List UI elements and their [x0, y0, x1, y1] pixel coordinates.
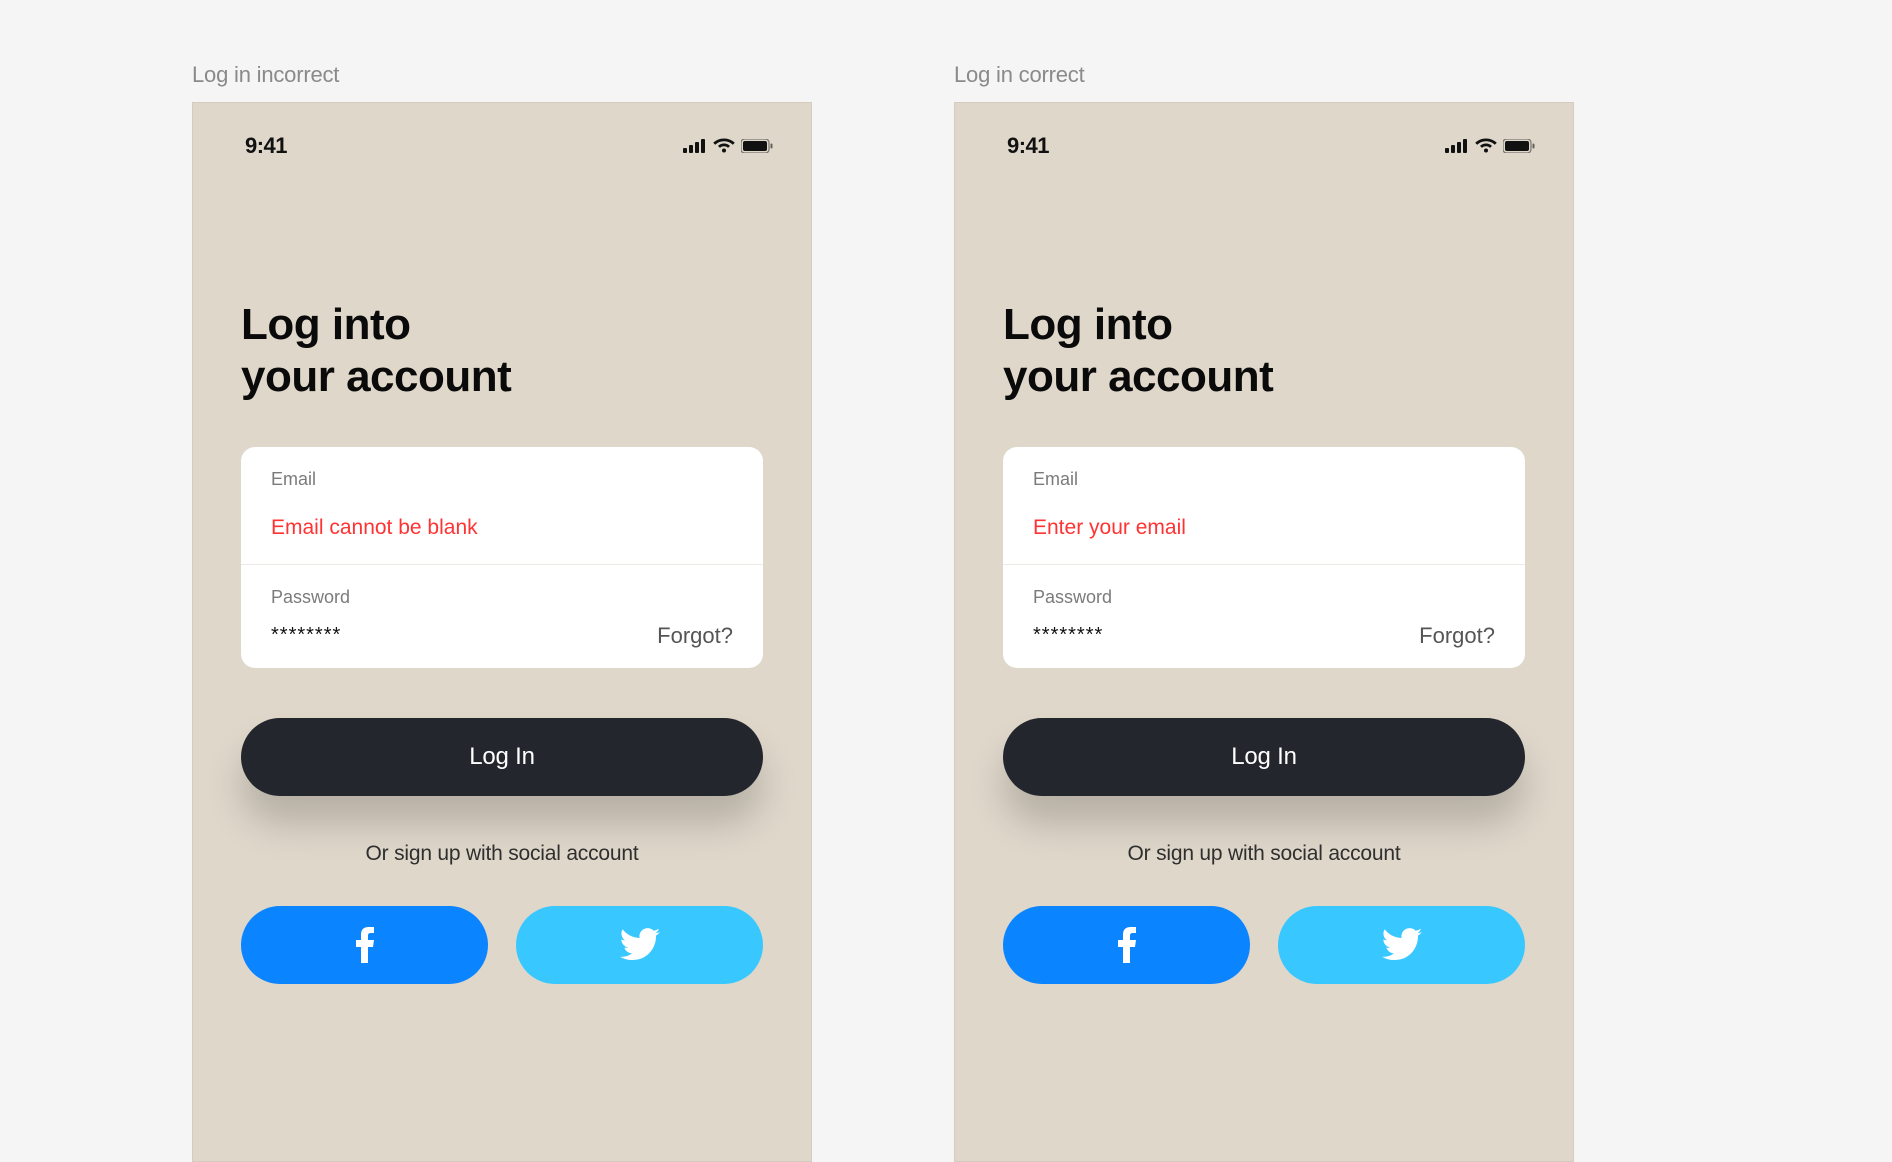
password-value[interactable]: ********: [271, 624, 341, 647]
facebook-icon: [1118, 927, 1136, 963]
status-time: 9:41: [245, 133, 287, 159]
cellular-icon: [683, 139, 707, 153]
facebook-icon: [356, 927, 374, 963]
cellular-icon: [1445, 139, 1469, 153]
phone-correct: 9:41 Log into your account Email Enter y…: [954, 102, 1574, 1162]
email-error-text: Email cannot be blank: [271, 516, 733, 540]
email-label: Email: [271, 469, 733, 490]
password-label: Password: [271, 587, 733, 608]
email-field-group[interactable]: Email Enter your email: [1003, 447, 1525, 564]
wifi-icon: [1475, 138, 1497, 154]
twitter-button[interactable]: [516, 906, 763, 984]
battery-icon: [1503, 139, 1535, 153]
title-line2: your account: [1003, 352, 1273, 401]
wifi-icon: [713, 138, 735, 154]
login-card: Email Email cannot be blank Password ***…: [241, 447, 763, 668]
title-line1: Log into: [241, 300, 411, 349]
email-field-group[interactable]: Email Email cannot be blank: [241, 447, 763, 564]
password-value[interactable]: ********: [1033, 624, 1103, 647]
email-label: Email: [1033, 469, 1495, 490]
login-card: Email Enter your email Password ********…: [1003, 447, 1525, 668]
forgot-link[interactable]: Forgot?: [1419, 623, 1495, 649]
status-time: 9:41: [1007, 133, 1049, 159]
phone-incorrect: 9:41 Log into your account Email Email c…: [192, 102, 812, 1162]
login-button[interactable]: Log In: [1003, 718, 1525, 796]
signup-caption: Or sign up with social account: [1003, 842, 1525, 866]
facebook-button[interactable]: [241, 906, 488, 984]
password-field-group[interactable]: Password ******** Forgot?: [1003, 564, 1525, 668]
email-placeholder-text: Enter your email: [1033, 516, 1495, 540]
twitter-icon: [1382, 928, 1422, 962]
title-line1: Log into: [1003, 300, 1173, 349]
caption-incorrect: Log in incorrect: [192, 62, 812, 88]
title-line2: your account: [241, 352, 511, 401]
battery-icon: [741, 139, 773, 153]
status-bar: 9:41: [193, 131, 811, 161]
twitter-button[interactable]: [1278, 906, 1525, 984]
status-bar: 9:41: [955, 131, 1573, 161]
page-title: Log into your account: [1003, 299, 1525, 403]
caption-correct: Log in correct: [954, 62, 1574, 88]
login-button[interactable]: Log In: [241, 718, 763, 796]
twitter-icon: [620, 928, 660, 962]
password-label: Password: [1033, 587, 1495, 608]
password-field-group[interactable]: Password ******** Forgot?: [241, 564, 763, 668]
forgot-link[interactable]: Forgot?: [657, 623, 733, 649]
facebook-button[interactable]: [1003, 906, 1250, 984]
signup-caption: Or sign up with social account: [241, 842, 763, 866]
page-title: Log into your account: [241, 299, 763, 403]
